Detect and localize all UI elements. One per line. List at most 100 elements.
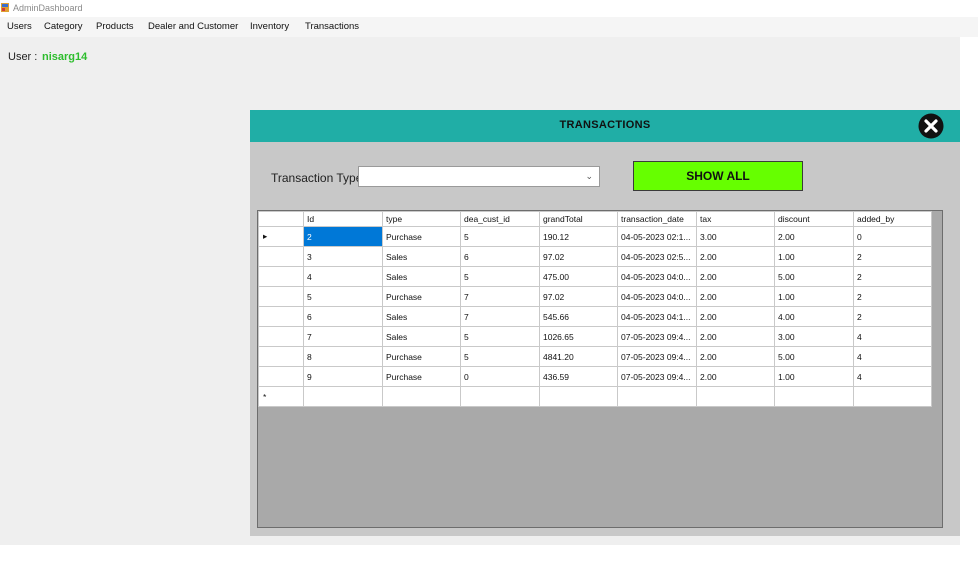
table-cell[interactable] [303,386,383,407]
table-cell[interactable] [539,386,618,407]
table-cell[interactable]: 97.02 [539,246,618,267]
new-row[interactable]: * [258,386,932,407]
table-row[interactable]: 9 Purchase 0 436.59 07-05-2023 09:4... 2… [258,366,932,387]
table-cell[interactable]: 4 [853,346,932,367]
table-cell[interactable] [617,386,697,407]
table-cell[interactable]: 2.00 [696,326,775,347]
column-header-type[interactable]: type [382,211,461,227]
table-cell[interactable] [696,386,775,407]
table-cell[interactable]: Sales [382,266,461,287]
table-cell[interactable]: Sales [382,246,461,267]
table-cell[interactable]: 5 [460,326,540,347]
table-cell[interactable]: 0 [853,226,932,247]
table-row[interactable]: ▸ 2 Purchase 5 190.12 04-05-2023 02:1...… [258,226,932,247]
table-row[interactable]: 8 Purchase 5 4841.20 07-05-2023 09:4... … [258,346,932,367]
row-header[interactable] [258,246,304,267]
table-cell[interactable] [382,386,461,407]
table-cell[interactable]: 07-05-2023 09:4... [617,326,697,347]
menu-products[interactable]: Products [96,21,134,32]
table-cell[interactable]: 2.00 [774,226,854,247]
table-cell[interactable]: 1.00 [774,246,854,267]
table-cell[interactable]: 2.00 [696,306,775,327]
table-row[interactable]: 7 Sales 5 1026.65 07-05-2023 09:4... 2.0… [258,326,932,347]
table-cell[interactable]: 2 [853,266,932,287]
table-cell[interactable]: 3.00 [774,326,854,347]
menu-transactions[interactable]: Transactions [305,21,359,32]
row-header[interactable] [258,346,304,367]
table-cell[interactable]: 190.12 [539,226,618,247]
table-row[interactable]: 6 Sales 7 545.66 04-05-2023 04:1... 2.00… [258,306,932,327]
row-header[interactable] [258,326,304,347]
table-cell[interactable]: 2.00 [696,246,775,267]
row-header[interactable] [258,266,304,287]
chevron-down-icon[interactable]: ⌄ [585,171,593,182]
table-cell[interactable]: 3.00 [696,226,775,247]
table-cell[interactable] [774,386,854,407]
table-cell[interactable]: 9 [303,366,383,387]
table-cell[interactable]: 2.00 [696,346,775,367]
table-cell[interactable]: 97.02 [539,286,618,307]
table-cell[interactable]: 0 [460,366,540,387]
table-cell[interactable]: 4 [853,326,932,347]
column-header-transaction-date[interactable]: transaction_date [617,211,697,227]
table-cell[interactable]: 04-05-2023 04:0... [617,266,697,287]
table-cell[interactable]: 4.00 [774,306,854,327]
table-cell[interactable]: 7 [460,286,540,307]
row-header[interactable] [258,306,304,327]
table-cell[interactable]: 8 [303,346,383,367]
transactions-grid[interactable]: Id type dea_cust_id grandTotal transacti… [257,210,943,528]
table-cell[interactable]: 7 [460,306,540,327]
table-cell[interactable]: Purchase [382,226,461,247]
show-all-button[interactable]: SHOW ALL [633,161,803,191]
table-cell[interactable]: 2 [303,226,383,247]
table-cell[interactable]: 4 [303,266,383,287]
table-cell[interactable]: 4841.20 [539,346,618,367]
column-header-added-by[interactable]: added_by [853,211,932,227]
table-cell[interactable]: 1.00 [774,366,854,387]
table-cell[interactable]: Sales [382,306,461,327]
menu-dealer-and-customer[interactable]: Dealer and Customer [148,21,238,32]
row-header[interactable] [258,366,304,387]
table-cell[interactable]: 04-05-2023 04:1... [617,306,697,327]
table-cell[interactable]: 04-05-2023 02:5... [617,246,697,267]
table-cell[interactable]: 5 [460,266,540,287]
table-cell[interactable]: 6 [303,306,383,327]
table-cell[interactable]: Purchase [382,366,461,387]
table-cell[interactable]: 475.00 [539,266,618,287]
column-header-tax[interactable]: tax [696,211,775,227]
table-cell[interactable]: 07-05-2023 09:4... [617,346,697,367]
close-icon[interactable] [918,113,944,139]
table-cell[interactable]: 5 [460,226,540,247]
table-cell[interactable] [460,386,540,407]
menu-inventory[interactable]: Inventory [250,21,289,32]
table-cell[interactable]: Purchase [382,286,461,307]
table-row[interactable]: 4 Sales 5 475.00 04-05-2023 04:0... 2.00… [258,266,932,287]
table-cell[interactable]: 1.00 [774,286,854,307]
column-header-id[interactable]: Id [303,211,383,227]
table-cell[interactable]: 2.00 [696,286,775,307]
column-header-grand-total[interactable]: grandTotal [539,211,618,227]
table-cell[interactable]: 1026.65 [539,326,618,347]
table-cell[interactable]: 2 [853,286,932,307]
table-cell[interactable]: 545.66 [539,306,618,327]
column-header-discount[interactable]: discount [774,211,854,227]
transaction-type-select[interactable]: ⌄ [358,166,600,187]
table-cell[interactable]: 07-05-2023 09:4... [617,366,697,387]
table-cell[interactable]: 04-05-2023 02:1... [617,226,697,247]
menu-users[interactable]: Users [7,21,32,32]
menu-category[interactable]: Category [44,21,83,32]
table-cell[interactable]: 5.00 [774,266,854,287]
table-cell[interactable]: Purchase [382,346,461,367]
table-cell[interactable]: 5 [460,346,540,367]
table-cell[interactable]: 5.00 [774,346,854,367]
table-row[interactable]: 3 Sales 6 97.02 04-05-2023 02:5... 2.00 … [258,246,932,267]
table-cell[interactable]: Sales [382,326,461,347]
table-cell[interactable]: 436.59 [539,366,618,387]
table-cell[interactable]: 04-05-2023 04:0... [617,286,697,307]
new-row-marker[interactable]: * [258,386,304,407]
table-cell[interactable]: 4 [853,366,932,387]
table-cell[interactable]: 2.00 [696,266,775,287]
table-cell[interactable]: 3 [303,246,383,267]
row-header[interactable] [258,286,304,307]
table-cell[interactable]: 5 [303,286,383,307]
